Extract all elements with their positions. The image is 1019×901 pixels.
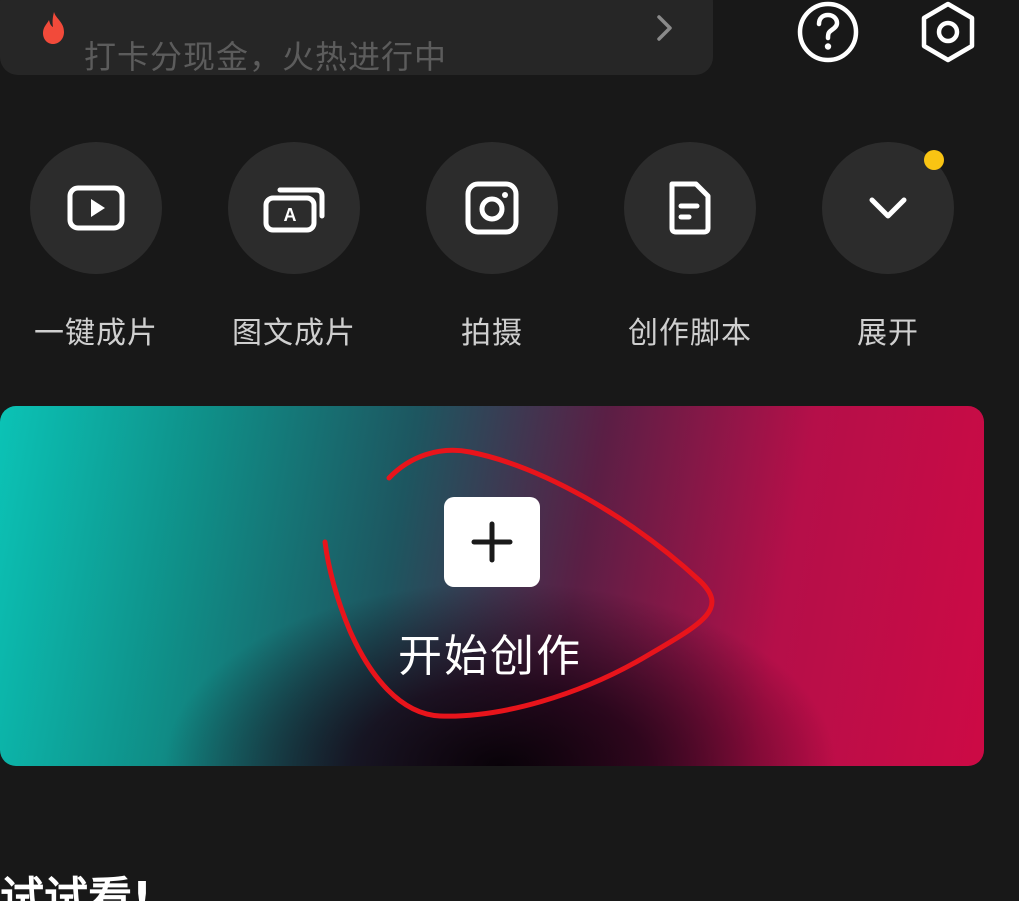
chevron-down-icon <box>869 197 907 219</box>
action-expand[interactable]: 展开 <box>788 142 988 352</box>
script-document-icon <box>669 181 711 235</box>
action-label: 图文成片 <box>232 316 356 351</box>
action-circle <box>30 142 162 274</box>
action-circle <box>426 142 558 274</box>
start-creating-card[interactable]: 开始创作 <box>0 406 984 766</box>
action-text-to-video[interactable]: A 图文成片 <box>194 142 394 352</box>
action-label: 创作脚本 <box>628 316 752 351</box>
action-create-script[interactable]: 创作脚本 <box>590 142 790 352</box>
section-title: 试试看! <box>0 873 153 901</box>
action-one-click-video[interactable]: 一键成片 <box>0 142 196 352</box>
notification-dot <box>924 150 944 170</box>
plus-icon <box>471 521 513 563</box>
help-icon[interactable] <box>796 0 860 64</box>
chevron-right-icon <box>657 15 672 41</box>
app-screen: 打卡分现金，火热进行中 一键成片 A 图文成片 拍摄 创作脚本 展开 开始创作 … <box>0 0 1019 901</box>
start-creating-label: 开始创作 <box>398 631 582 682</box>
action-label: 一键成片 <box>34 316 158 351</box>
fire-icon <box>43 12 64 44</box>
svg-text:A: A <box>284 205 297 225</box>
play-video-icon <box>67 185 125 231</box>
banner-text: 打卡分现金，火热进行中 <box>84 38 448 76</box>
start-creating-button[interactable] <box>444 497 540 587</box>
action-circle: A <box>228 142 360 274</box>
text-to-video-icon: A <box>263 187 325 233</box>
quick-actions: 一键成片 A 图文成片 拍摄 创作脚本 展开 <box>0 142 1019 352</box>
action-circle <box>624 142 756 274</box>
promo-banner[interactable]: 打卡分现金，火热进行中 <box>0 0 713 76</box>
action-label: 拍摄 <box>461 316 523 351</box>
action-label: 展开 <box>857 316 919 351</box>
camera-icon <box>465 181 519 235</box>
settings-icon[interactable] <box>916 0 980 64</box>
action-shoot[interactable]: 拍摄 <box>392 142 592 352</box>
